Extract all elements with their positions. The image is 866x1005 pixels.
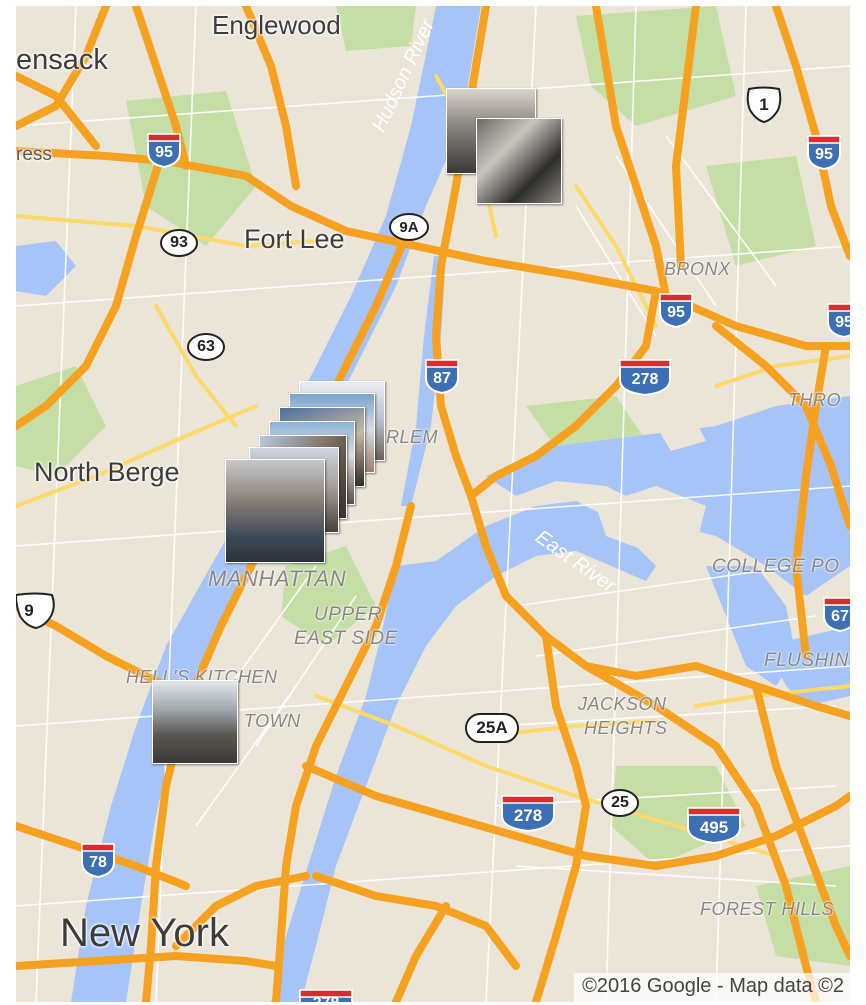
label-upper-east-side-1: UPPER (314, 604, 382, 625)
state-route-oval-icon: 25 (600, 788, 640, 818)
photo-cluster-marker-manhattan[interactable] (221, 381, 391, 566)
map-copyright: ©2016 Google - Map data ©2 (574, 973, 850, 1002)
interstate-shield-icon: 95 (826, 302, 850, 338)
map-canvas[interactable]: Englewood ensack ress Fort Lee North Ber… (16, 6, 850, 1002)
shield-label: 495 (699, 818, 729, 837)
interstate-shield-icon: 495 (686, 806, 742, 844)
label-jackson-heights-2: HEIGHTS (584, 718, 668, 738)
label-north-bergen: North Berge (34, 457, 180, 487)
label-flushing: FLUSHIN (764, 650, 849, 671)
us-route-shield-icon: 1 (744, 86, 784, 124)
label-jackson-heights-1: JACKSON (578, 694, 667, 714)
label-upper-east-side-2: EAST SIDE (294, 628, 398, 649)
label-englewood: Englewood (212, 10, 341, 40)
state-route-oval-icon: 63 (186, 332, 226, 362)
map-base-layer (16, 6, 850, 1002)
us-route-shield-icon: 9 (16, 592, 58, 630)
shield-label: 95 (835, 314, 850, 331)
interstate-shield-icon: 95 (806, 134, 842, 170)
label-hackensack: ensack (16, 44, 108, 76)
label-college-point: COLLEGE PO (712, 556, 840, 577)
shield-label: 78 (89, 854, 107, 871)
state-route-oval-icon: 93 (159, 228, 199, 258)
shield-label: 67 (831, 608, 849, 625)
label-paramus: ress (16, 144, 52, 165)
shield-label: 95 (667, 304, 685, 321)
shield-label: 63 (197, 338, 215, 355)
state-route-oval-icon: 25A (464, 712, 520, 744)
interstate-shield-icon: 78 (80, 842, 116, 878)
label-forest-hills: FOREST HILLS (700, 899, 835, 919)
label-fort-lee: Fort Lee (244, 224, 345, 254)
shield-label: 278 (513, 806, 543, 825)
shield-label: 9 (24, 601, 34, 620)
label-harlem: RLEM (386, 427, 439, 447)
interstate-shield-icon: 278 (500, 794, 556, 832)
label-manhattan: MANHATTAN (208, 566, 347, 591)
label-bronx: BRONX (664, 259, 731, 279)
interstate-shield-icon: 95 (146, 132, 182, 168)
interstate-shield-icon: 278 (618, 358, 672, 396)
label-throgs-neck: THRO (788, 390, 841, 410)
shield-label: 25 (611, 794, 629, 811)
shield-label: 87 (433, 370, 451, 387)
label-new-york: New York (60, 911, 229, 955)
interstate-shield-icon: 67 (822, 596, 850, 632)
photo-cluster-marker-bronx[interactable] (446, 88, 566, 208)
state-route-oval-icon: 9A (388, 212, 430, 242)
interstate-shield-icon: 95 (658, 292, 694, 328)
shield-label: 9A (399, 218, 419, 236)
shield-label: 25A (476, 718, 508, 737)
shield-label: 278 (631, 371, 659, 388)
label-midtown: TOWN (244, 711, 301, 731)
interstate-shield-icon: 87 (424, 358, 460, 394)
shield-label: 1 (759, 95, 769, 114)
shield-label: 278 (313, 995, 340, 1002)
interstate-shield-icon: 278 (298, 988, 354, 1002)
shield-label: 95 (155, 144, 173, 161)
shield-label: 95 (815, 146, 833, 163)
shield-label: 93 (170, 234, 188, 251)
photo-cluster-marker-midtown[interactable] (152, 680, 240, 766)
